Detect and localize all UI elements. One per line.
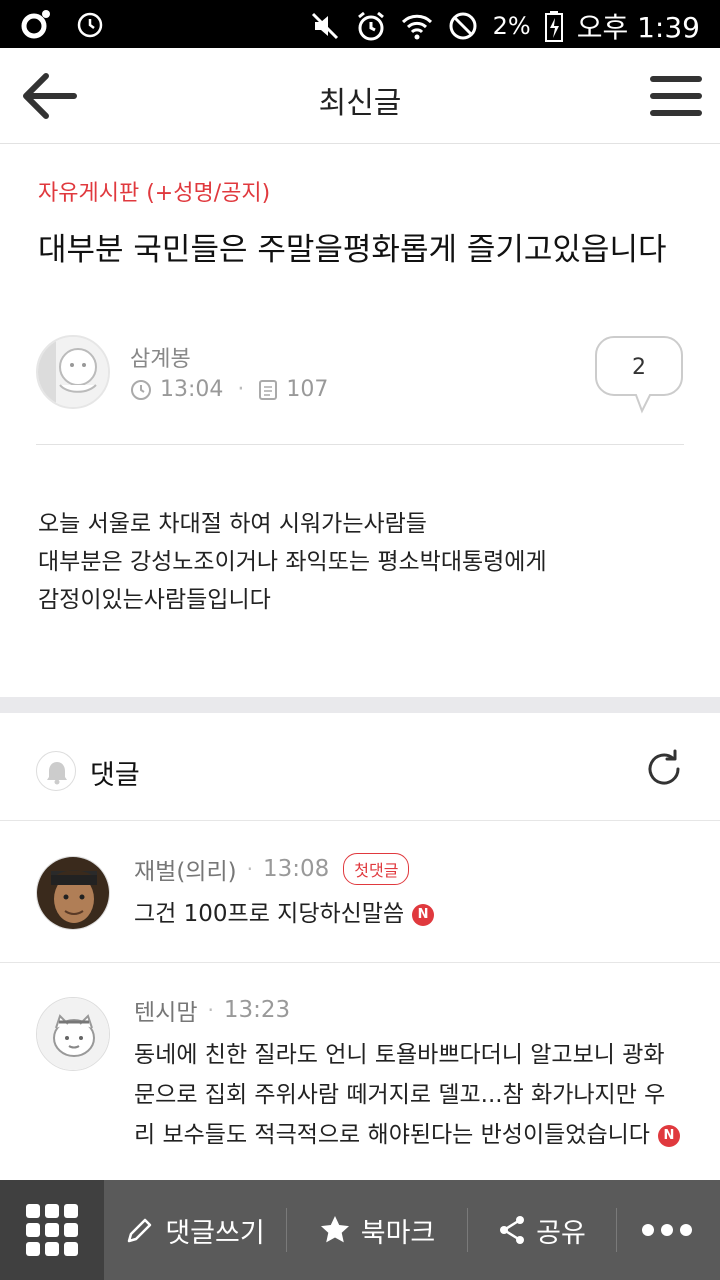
commenter-name[interactable]: 재벌(의리) bbox=[134, 852, 237, 886]
comments-header: 댓글 bbox=[0, 713, 720, 821]
grid-icon bbox=[26, 1204, 78, 1256]
star-icon bbox=[320, 1216, 349, 1243]
battery-percent: 2% bbox=[492, 12, 531, 40]
refresh-button[interactable] bbox=[642, 747, 686, 791]
post-time: 13:04 bbox=[160, 377, 224, 402]
bell-button[interactable] bbox=[36, 751, 76, 791]
clock-time: 오후 1:39 bbox=[576, 11, 700, 44]
battery-icon bbox=[544, 10, 563, 42]
section-gap bbox=[0, 697, 720, 713]
comment-text: 그건 100프로 지당하신말씀 N bbox=[134, 894, 684, 934]
more-button[interactable] bbox=[617, 1180, 717, 1280]
do-not-disturb-icon bbox=[447, 10, 479, 42]
mute-icon bbox=[309, 10, 341, 42]
view-count: 107 bbox=[286, 377, 329, 402]
clock-icon bbox=[131, 379, 151, 400]
refresh-icon bbox=[648, 749, 680, 785]
menu-button[interactable] bbox=[650, 74, 702, 118]
meta-separator: · bbox=[207, 998, 214, 1022]
author-avatar[interactable] bbox=[36, 335, 110, 409]
body-line: 감정이있는사람들입니다 bbox=[38, 587, 271, 613]
wifi-icon bbox=[401, 10, 433, 42]
bookmark-label: 북마크 bbox=[360, 1217, 436, 1249]
bookmark-button[interactable]: 북마크 bbox=[287, 1180, 467, 1280]
article-meta: 13:04 · 107 bbox=[130, 377, 328, 402]
meta-separator: · bbox=[246, 857, 253, 881]
commenter-avatar[interactable] bbox=[36, 856, 110, 930]
commenter-avatar[interactable] bbox=[36, 997, 110, 1071]
comment-meta: 텐시맘 · 13:23 bbox=[134, 993, 290, 1027]
share-label: 공유 bbox=[536, 1217, 586, 1249]
app-notification-icon bbox=[20, 8, 52, 40]
comment-meta: 재벌(의리) · 13:08 첫댓글 bbox=[134, 852, 410, 886]
board-category[interactable]: 자유게시판 (+성명/공지) bbox=[38, 175, 270, 207]
comment-body: 동네에 친한 질라도 언니 토욜바쁘다더니 알고보니 광화문으로 집회 주위사람… bbox=[134, 1042, 666, 1148]
comment-count: 2 bbox=[632, 355, 646, 380]
hamburger-menu-icon bbox=[650, 76, 702, 116]
grid-button[interactable] bbox=[0, 1180, 104, 1280]
alarm-clock-icon bbox=[355, 10, 387, 42]
document-icon bbox=[259, 379, 278, 400]
comment-body: 그건 100프로 지당하신말씀 bbox=[134, 901, 405, 927]
pencil-icon bbox=[128, 1218, 152, 1243]
status-bar: 2% 오후 1:39 bbox=[0, 0, 720, 48]
write-comment-button[interactable]: 댓글쓰기 bbox=[104, 1180, 286, 1280]
app-bar: 최신글 bbox=[0, 48, 720, 144]
body-line: 오늘 서울로 차대절 하여 시워가는사람들 bbox=[38, 511, 427, 537]
comment-time: 13:23 bbox=[223, 997, 291, 1023]
comment-text: 동네에 친한 질라도 언니 토욜바쁘다더니 알고보니 광화문으로 집회 주위사람… bbox=[134, 1035, 684, 1155]
share-button[interactable]: 공유 bbox=[468, 1180, 616, 1280]
divider bbox=[0, 962, 720, 963]
commenter-name[interactable]: 텐시맘 bbox=[134, 993, 197, 1027]
article-title: 대부분 국민들은 주말을평화롭게 즐기고있읍니다 bbox=[38, 232, 667, 268]
page-title: 최신글 bbox=[318, 86, 402, 121]
bell-icon bbox=[47, 762, 67, 785]
comment-count-bubble[interactable]: 2 bbox=[594, 335, 684, 415]
body-line: 대부분은 강성노조이거나 좌익또는 평소박대통령에게 bbox=[38, 549, 547, 575]
new-badge: N bbox=[657, 1124, 680, 1147]
divider bbox=[36, 444, 684, 445]
comments-title: 댓글 bbox=[90, 760, 140, 791]
article-body: 오늘 서울로 차대절 하여 시워가는사람들 대부분은 강성노조이거나 좌익또는 … bbox=[38, 505, 688, 619]
new-badge: N bbox=[412, 903, 435, 926]
more-dots-icon bbox=[642, 1224, 692, 1236]
alarm-icon bbox=[74, 8, 106, 40]
first-comment-badge: 첫댓글 bbox=[343, 853, 410, 885]
share-icon bbox=[500, 1216, 525, 1244]
bottom-bar: 댓글쓰기 북마크 공유 bbox=[0, 1180, 720, 1280]
write-comment-label: 댓글쓰기 bbox=[165, 1217, 265, 1249]
comment-time: 13:08 bbox=[262, 856, 330, 882]
author-name[interactable]: 삼계봉 bbox=[130, 341, 191, 373]
meta-separator: · bbox=[237, 377, 245, 402]
